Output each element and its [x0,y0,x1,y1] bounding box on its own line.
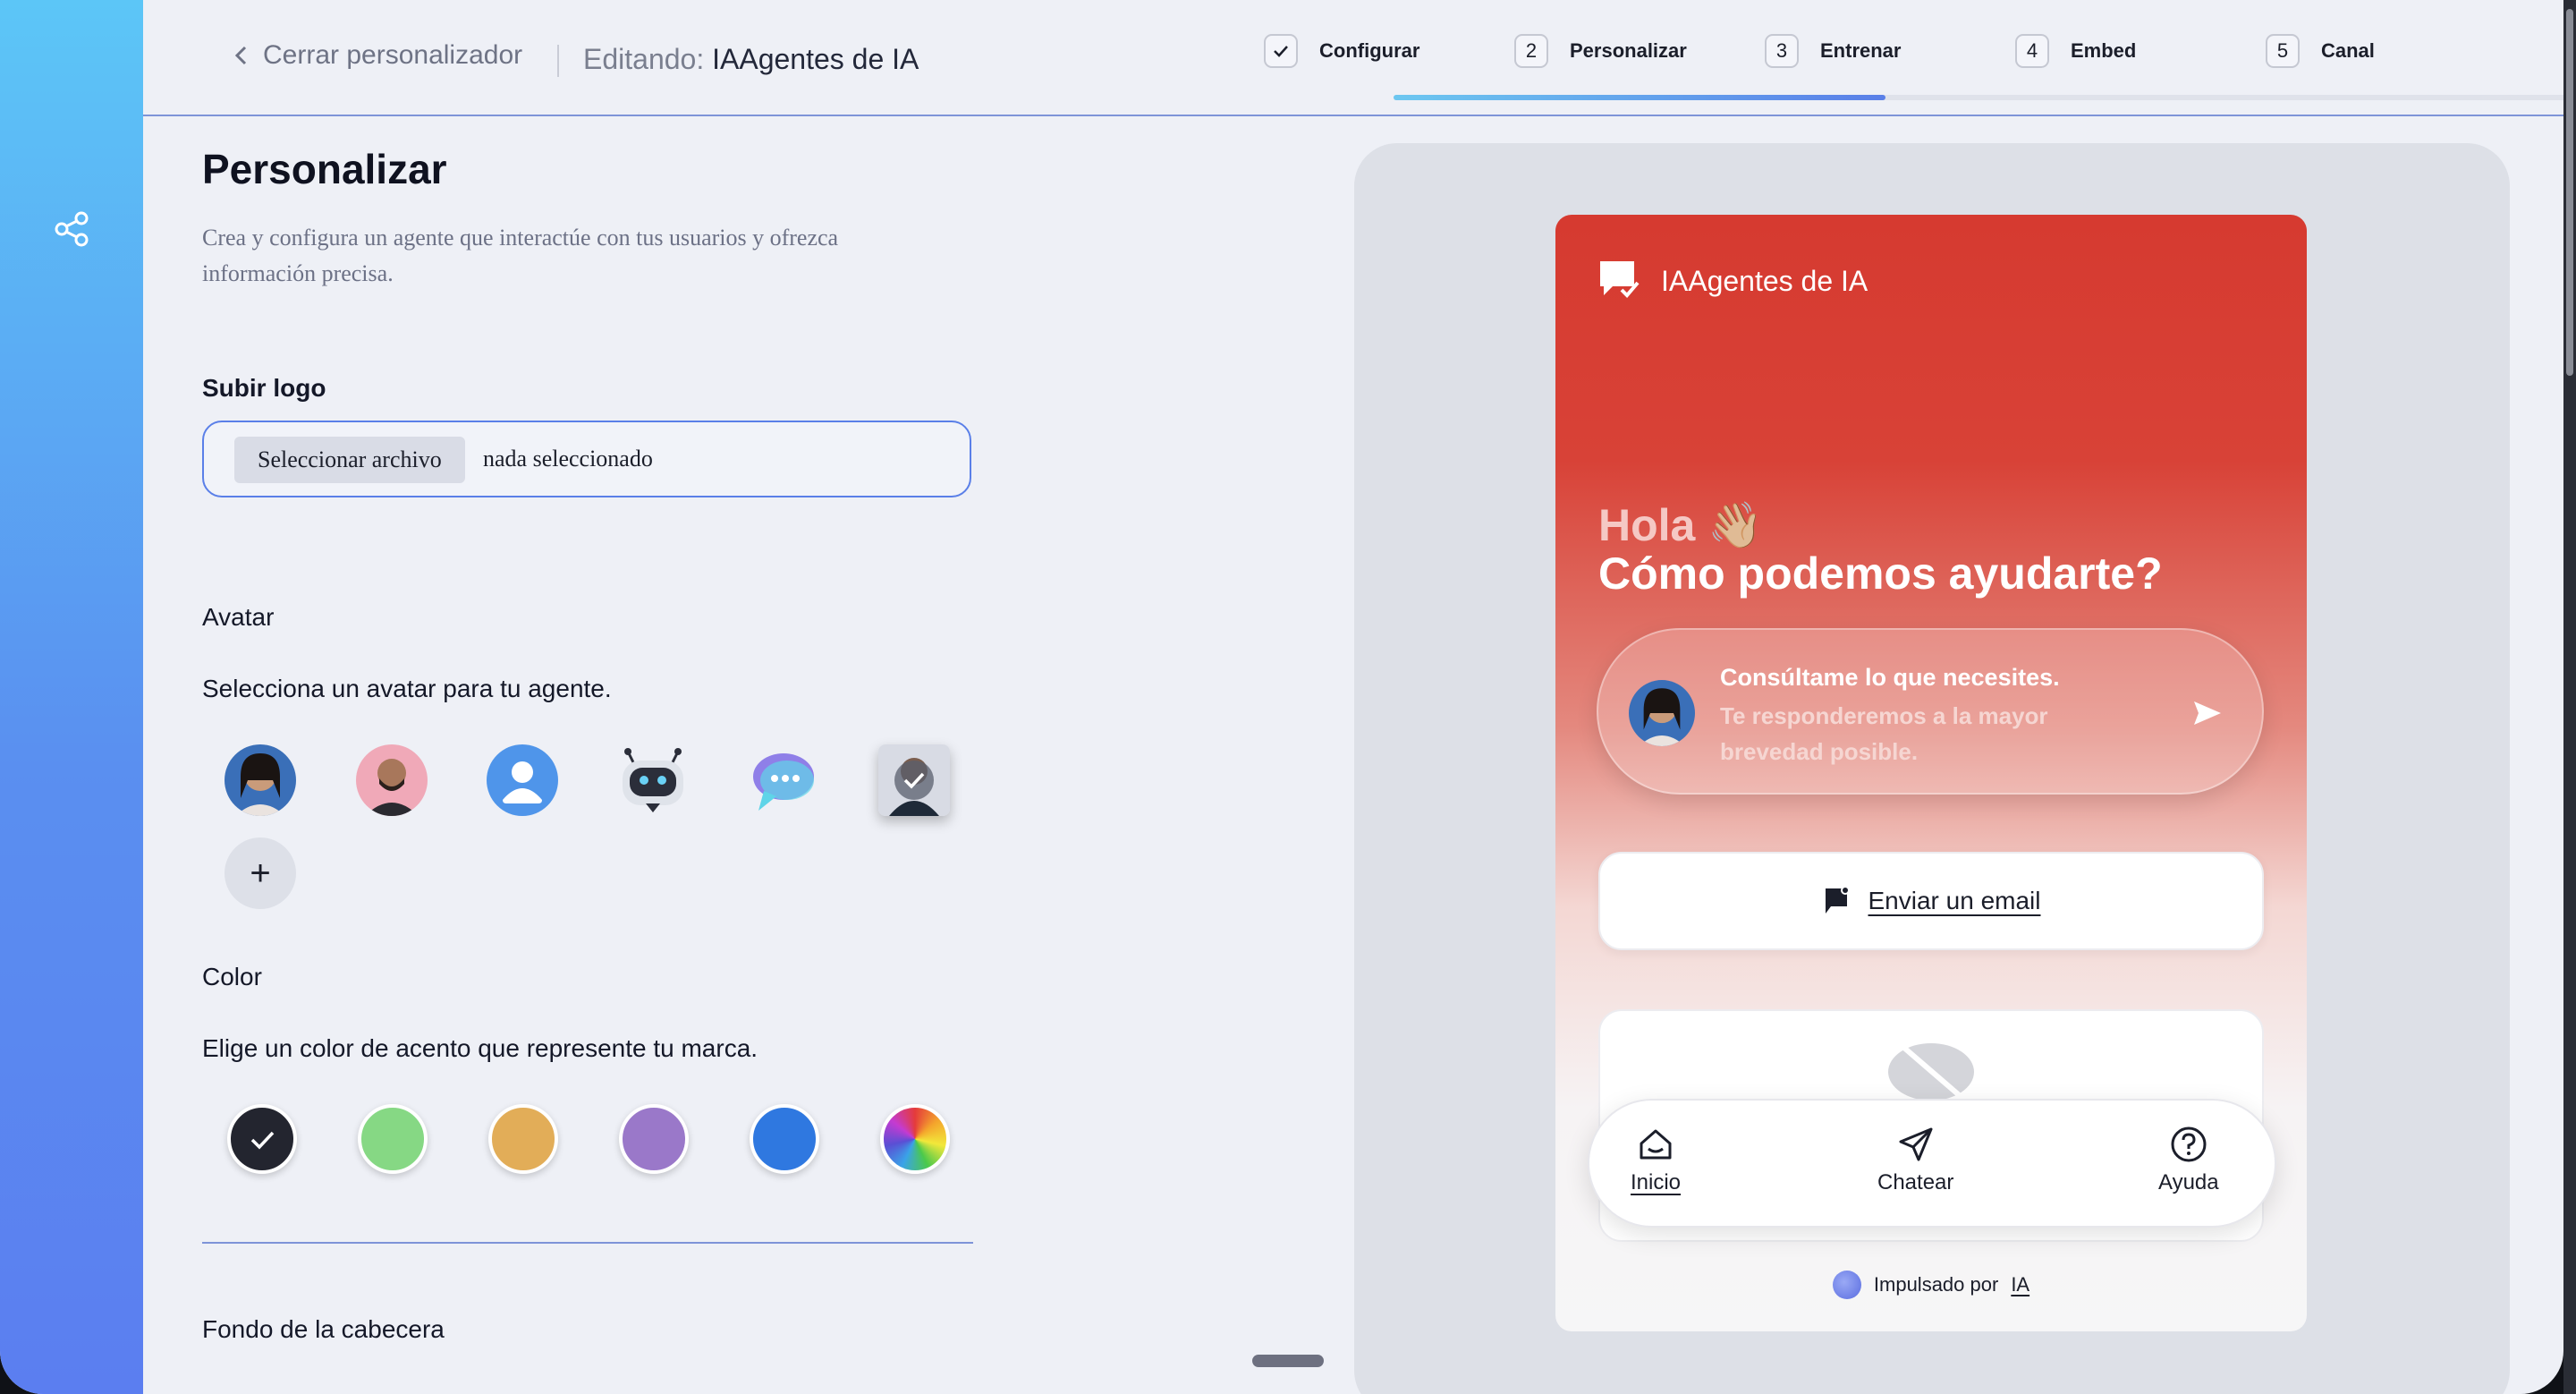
step-number: 3 [1765,34,1799,68]
editing-agent-name: IAAgentes de IA [712,43,919,75]
nav-label: Inicio [1631,1170,1682,1194]
chat-widget-preview: IAAgentes de IA Hola 👋🏼 Cómo podemos ayu… [1555,215,2307,1331]
add-avatar-button[interactable]: + [225,837,296,909]
color-swatch-dark[interactable] [227,1104,297,1174]
avatar-option-man[interactable] [356,744,428,816]
step-label: Canal [2321,39,2375,62]
widget-title: IAAgentes de IA [1661,265,1868,297]
send-icon[interactable] [2192,700,2223,727]
avatar-option-robot[interactable] [617,744,689,816]
step-configurar[interactable]: Configurar [1264,34,1419,68]
header-background-label: Fondo de la cabecera [202,1315,445,1343]
step-check-icon [1264,34,1298,68]
flag-icon [1825,887,1850,914]
side-rail [0,0,143,1394]
avatar-option-selected-photo[interactable] [878,744,950,816]
step-number: 5 [2266,34,2300,68]
nav-ayuda[interactable]: Ayuda [2158,1126,2219,1195]
avatar-option-chat-bubble[interactable] [748,744,819,816]
page-scrollbar[interactable] [2563,0,2576,1394]
step-personalizar[interactable]: 2 Personalizar [1514,34,1687,68]
color-swatch-blue[interactable] [750,1104,819,1174]
color-label: Color [202,963,262,990]
consult-text: Te responderemos a la mayor brevedad pos… [1720,702,2048,765]
image-placeholder-icon [1888,1041,1974,1101]
chevron-left-icon [234,46,247,65]
step-entrenar[interactable]: 3 Entrenar [1765,34,1901,68]
brand-dot-icon [1832,1271,1861,1299]
paper-plane-icon [1899,1127,1933,1161]
powered-brand-link[interactable]: IA [2011,1273,2029,1296]
close-customizer-label: Cerrar personalizador [263,40,523,70]
editing-title: Editando: IAAgentes de IA [583,43,919,76]
file-status: nada seleccionado [483,446,653,472]
color-hint: Elige un color de acento que represente … [202,1034,758,1062]
panel-resize-handle[interactable] [1252,1355,1324,1367]
consult-avatar [1629,680,1695,746]
logo-upload-label: Subir logo [202,374,326,402]
page-title: Personalizar [202,146,447,192]
step-embed[interactable]: 4 Embed [2015,34,2136,68]
send-email-label: Enviar un email [1868,887,2041,914]
avatar-label: Avatar [202,603,275,631]
step-number: 4 [2015,34,2049,68]
check-icon [250,1131,275,1150]
avatar-option-user-icon[interactable] [487,744,558,816]
step-label: Embed [2071,39,2137,62]
powered-prefix: Impulsado por [1873,1273,1999,1296]
send-email-button[interactable]: Enviar un email [1598,852,2264,950]
top-bar: Cerrar personalizador Editando: IAAgente… [143,0,2563,116]
step-label: Personalizar [1570,39,1687,62]
wizard-progress-bar [1394,95,2563,100]
color-swatch-custom-picker[interactable] [880,1104,950,1174]
color-swatch-orange[interactable] [488,1104,558,1174]
wizard-steps: Configurar 2 Personalizar 3 Entrenar 4 E… [1264,34,2563,79]
widget-greeting-subtitle: Cómo podemos ayudarte? [1598,548,2163,599]
section-divider [202,1242,973,1244]
color-swatch-purple[interactable] [619,1104,689,1174]
nav-inicio[interactable]: Inicio [1631,1126,1681,1195]
avatar-hint: Selecciona un avatar para tu agente. [202,675,612,702]
consult-card[interactable]: Consúltame lo que necesites. Te responde… [1597,628,2264,795]
select-file-button[interactable]: Seleccionar archivo [234,437,465,483]
nav-label: Chatear [1877,1170,1954,1194]
share-icon[interactable] [53,210,90,248]
close-customizer-button[interactable]: Cerrar personalizador [233,40,522,71]
scrollbar-thumb[interactable] [2566,9,2573,376]
avatar-option-woman[interactable] [225,744,296,816]
header-divider [557,45,559,77]
powered-by: Impulsado por IA [1555,1271,2307,1299]
customize-form: Personalizar Crea y configura un agente … [202,125,1007,1343]
page-description: Crea y configura un agente que interactú… [202,225,839,286]
nav-label: Ayuda [2158,1170,2219,1194]
nav-chatear[interactable]: Chatear [1877,1126,1953,1195]
consult-title: Consúltame lo que necesites. [1720,664,2060,691]
color-swatch-green[interactable] [358,1104,428,1174]
wizard-progress-fill [1394,95,1886,100]
help-icon [2171,1126,2207,1162]
logo-file-input[interactable]: Seleccionar archivo nada seleccionado [202,421,971,497]
editing-prefix: Editando: [583,43,705,75]
widget-bottom-nav: Inicio Chatear Ayuda [1588,1099,2276,1228]
step-label: Entrenar [1820,39,1902,62]
app-window: Cerrar personalizador Editando: IAAgente… [0,0,2563,1394]
step-label: Configurar [1319,39,1420,62]
step-number: 2 [1514,34,1548,68]
widget-greeting: Hola 👋🏼 [1598,500,1764,550]
step-canal[interactable]: 5 Canal [2266,34,2375,68]
chat-logo-icon [1600,261,1640,298]
home-icon [1640,1129,1672,1160]
